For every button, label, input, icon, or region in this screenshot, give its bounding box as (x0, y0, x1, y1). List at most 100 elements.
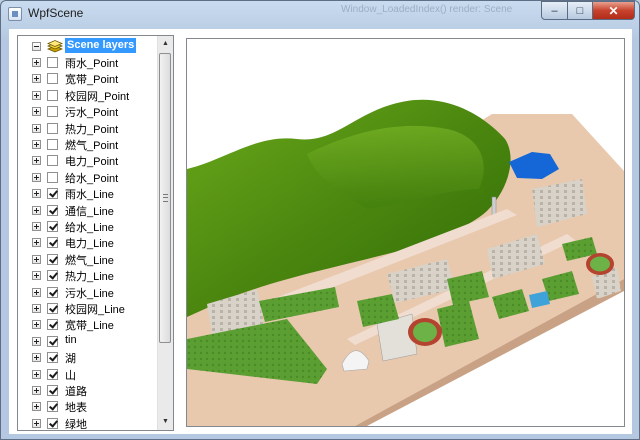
layer-checkbox[interactable] (47, 188, 58, 200)
campus-3d-scene[interactable] (187, 39, 624, 426)
layer-checkbox[interactable] (47, 89, 58, 101)
tree-item[interactable]: 宽带_Line (18, 316, 159, 332)
layer-checkbox[interactable] (47, 352, 58, 364)
tree-item[interactable]: 校园网_Point (18, 87, 159, 103)
layer-checkbox[interactable] (47, 253, 58, 265)
tree-item[interactable]: 给水_Line (18, 218, 159, 234)
tree-item-label[interactable]: 通信_Line (65, 203, 114, 219)
layer-checkbox[interactable] (47, 319, 58, 331)
collapse-expander-icon[interactable] (32, 42, 41, 51)
layer-checkbox[interactable] (47, 368, 58, 380)
plus-expander-icon[interactable] (32, 386, 41, 395)
tree-item[interactable]: 雨水_Line (18, 185, 159, 201)
plus-expander-icon[interactable] (32, 156, 41, 166)
layer-checkbox[interactable] (47, 221, 58, 232)
vertical-scrollbar[interactable]: ▲ ▼ (157, 36, 173, 430)
tree-item-label[interactable]: 污水_Line (65, 285, 114, 301)
plus-expander-icon[interactable] (32, 205, 41, 215)
tree-item-label[interactable]: 电力_Point (65, 153, 118, 169)
tree-item[interactable]: 地表 (18, 398, 159, 414)
tree-item-label[interactable]: 校园网_Line (65, 301, 125, 317)
plus-expander-icon[interactable] (32, 369, 41, 379)
tree-item[interactable]: 燃气_Point (18, 136, 159, 152)
layer-checkbox[interactable] (47, 122, 58, 134)
tree-item[interactable]: 污水_Point (18, 103, 159, 119)
tree-item-label[interactable]: 给水_Line (65, 219, 114, 235)
layer-checkbox[interactable] (47, 57, 58, 68)
title-bar[interactable]: WpfScene Window_LoadedIndex() render: Sc… (1, 1, 639, 27)
arrow-up-icon[interactable]: ▲ (158, 36, 173, 52)
plus-expander-icon[interactable] (32, 336, 41, 346)
tree-item-label[interactable]: 地表 (65, 399, 87, 415)
tree-item[interactable]: 校园网_Line (18, 300, 159, 316)
layer-checkbox[interactable] (47, 171, 58, 183)
layer-checkbox[interactable] (47, 385, 58, 396)
tree-item-label[interactable]: 电力_Line (65, 235, 114, 251)
tree-item-label[interactable]: tin (65, 334, 77, 346)
tree-item[interactable]: 雨水_Point (18, 54, 159, 70)
tree-item[interactable]: tin (18, 333, 159, 349)
tree-item[interactable]: 绿地 (18, 415, 159, 430)
tree-item[interactable]: 道路 (18, 382, 159, 398)
arrow-down-icon[interactable]: ▼ (158, 414, 173, 430)
plus-expander-icon[interactable] (32, 58, 41, 67)
tree-item-label[interactable]: 燃气_Line (65, 252, 114, 268)
layer-checkbox[interactable] (47, 204, 58, 216)
tree-item[interactable]: 通信_Line (18, 202, 159, 218)
tree-item[interactable]: 电力_Point (18, 152, 159, 168)
layer-checkbox[interactable] (47, 237, 58, 249)
layer-tree[interactable]: Scene layers 雨水_Point 宽带_Point 校园网_Point 污水… (18, 36, 159, 430)
tree-item[interactable]: 污水_Line (18, 284, 159, 300)
tree-item-label[interactable]: 雨水_Point (65, 55, 118, 71)
layer-checkbox[interactable] (47, 270, 58, 282)
plus-expander-icon[interactable] (32, 222, 41, 231)
layer-checkbox[interactable] (47, 303, 58, 314)
tree-item[interactable]: 热力_Point (18, 120, 159, 136)
plus-expander-icon[interactable] (32, 189, 41, 199)
plus-expander-icon[interactable] (32, 172, 41, 182)
tree-item-label[interactable]: 污水_Point (65, 104, 118, 120)
tree-root[interactable]: Scene layers (18, 38, 159, 54)
tree-item-label[interactable]: 道路 (65, 383, 87, 399)
layer-checkbox[interactable] (47, 286, 58, 298)
plus-expander-icon[interactable] (32, 353, 41, 363)
plus-expander-icon[interactable] (32, 304, 41, 313)
tree-item-label[interactable]: 燃气_Point (65, 137, 118, 153)
tree-item[interactable]: 热力_Line (18, 267, 159, 283)
plus-expander-icon[interactable] (32, 90, 41, 100)
plus-expander-icon[interactable] (32, 287, 41, 297)
tree-item-label[interactable]: 热力_Point (65, 121, 118, 137)
plus-expander-icon[interactable] (32, 320, 41, 330)
tree-item-label[interactable]: 雨水_Line (65, 186, 114, 202)
scene-view[interactable] (186, 38, 625, 427)
plus-expander-icon[interactable] (32, 418, 41, 428)
layer-checkbox[interactable] (47, 335, 58, 347)
tree-item[interactable]: 山 (18, 366, 159, 382)
tree-item-label[interactable]: 湖 (65, 350, 76, 366)
maximize-button[interactable]: □ (567, 1, 593, 20)
tree-item-label[interactable]: 校园网_Point (65, 88, 129, 104)
plus-expander-icon[interactable] (32, 140, 41, 149)
tree-item[interactable]: 燃气_Line (18, 251, 159, 267)
tree-item-label[interactable]: 宽带_Point (65, 71, 118, 87)
plus-expander-icon[interactable] (32, 107, 41, 117)
plus-expander-icon[interactable] (32, 271, 41, 281)
tree-item-label[interactable]: 山 (65, 367, 76, 383)
close-button[interactable]: ✕ (592, 1, 635, 20)
layer-checkbox[interactable] (47, 401, 58, 413)
tree-root-label[interactable]: Scene layers (65, 38, 137, 53)
tree-item[interactable]: 电力_Line (18, 234, 159, 250)
tree-item[interactable]: 湖 (18, 349, 159, 365)
plus-expander-icon[interactable] (32, 402, 41, 412)
minimize-button[interactable]: – (541, 1, 568, 20)
tree-item-label[interactable]: 给水_Point (65, 170, 118, 186)
scrollbar-thumb[interactable] (159, 53, 171, 343)
tree-item-label[interactable]: 宽带_Line (65, 317, 114, 333)
tree-item-label[interactable]: 热力_Line (65, 268, 114, 284)
plus-expander-icon[interactable] (32, 254, 41, 264)
plus-expander-icon[interactable] (32, 238, 41, 248)
plus-expander-icon[interactable] (32, 123, 41, 133)
tree-item[interactable]: 宽带_Point (18, 70, 159, 86)
layer-checkbox[interactable] (47, 417, 58, 429)
layer-checkbox[interactable] (47, 73, 58, 85)
